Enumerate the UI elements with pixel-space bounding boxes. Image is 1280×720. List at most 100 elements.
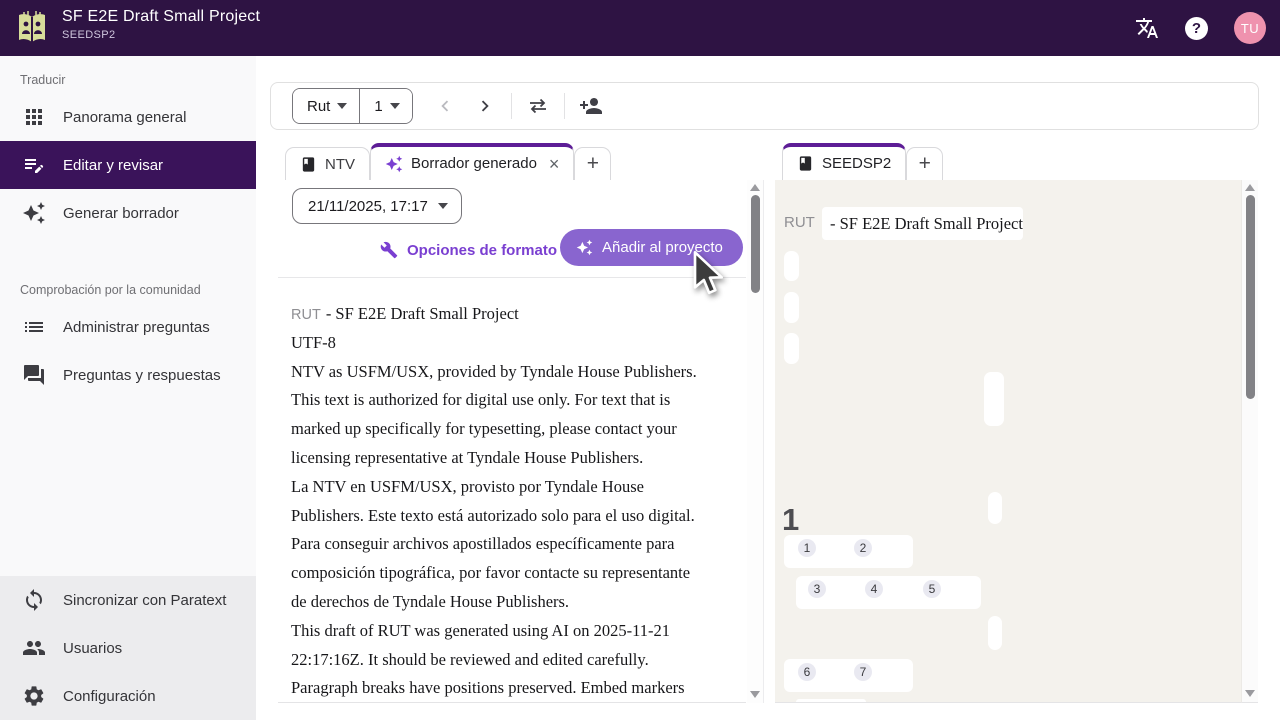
wrench-icon: [380, 241, 398, 259]
scroll-up-icon[interactable]: [1245, 184, 1255, 191]
translate-icon[interactable]: [1135, 16, 1159, 40]
divider: [278, 277, 746, 278]
swap-source-target-button[interactable]: [518, 86, 558, 126]
editor-line-text: - SF E2E Draft Small Project: [325, 304, 519, 323]
previous-chapter-button[interactable]: [425, 86, 465, 126]
scripture-forge-logo-icon: [19, 11, 45, 43]
plus-icon: +: [918, 152, 931, 175]
person-add-icon: [579, 98, 602, 114]
chapter-select-value: 1: [374, 97, 383, 115]
verse-number-badge: 3: [808, 580, 826, 598]
add-to-project-label: Añadir al proyecto: [602, 239, 723, 256]
editor-line: Para conseguir archivos apostillados esp…: [291, 534, 675, 554]
chapter-toolbar: Rut 1: [270, 82, 1259, 130]
editor-line: Paragraph breaks have positions preserve…: [291, 678, 685, 698]
sidebar-item-label: Usuarios: [63, 639, 123, 657]
editor-line: licensing representative at Tyndale Hous…: [291, 447, 644, 467]
verse-row[interactable]: 1 2: [784, 535, 913, 568]
sidebar-item-usuarios[interactable]: Usuarios: [0, 624, 256, 672]
sidebar-bottom-section: Sincronizar con Paratext Usuarios Config…: [0, 576, 256, 720]
add-tab-button[interactable]: +: [906, 147, 944, 180]
skeleton-block: [784, 292, 799, 323]
scroll-down-icon[interactable]: [1245, 690, 1255, 697]
sidebar-section-comprobacion: Comprobación por la comunidad: [20, 283, 201, 297]
tab-generated-draft[interactable]: Borrador generado ×: [370, 143, 575, 180]
sidebar-item-generar-borrador[interactable]: Generar borrador: [0, 189, 256, 237]
chapter-number: 1: [782, 502, 800, 537]
scrollbar-thumb[interactable]: [750, 195, 760, 293]
usfm-book-marker: RUT: [784, 214, 815, 231]
topbar: SF E2E Draft Small Project SEEDSP2 ? TU: [0, 0, 1280, 56]
left-pane-scrollbar[interactable]: [747, 180, 764, 703]
verse-number-badge: 6: [798, 663, 816, 681]
sidebar-item-label: Configuración: [63, 687, 156, 705]
book-icon: [799, 156, 812, 171]
format-options-button[interactable]: Opciones de formato: [380, 232, 557, 268]
chevron-down-icon: [437, 203, 448, 209]
sidebar-item-preguntas-y-respuestas[interactable]: Preguntas y respuestas: [0, 351, 256, 399]
share-button[interactable]: [571, 86, 611, 126]
skeleton-block: [984, 372, 1004, 426]
skeleton-block: [784, 333, 799, 364]
sidebar-item-administrar-preguntas[interactable]: Administrar preguntas: [0, 303, 256, 351]
scrollbar-thumb[interactable]: [1245, 195, 1255, 399]
avatar[interactable]: TU: [1234, 12, 1266, 44]
skeleton-block: [784, 251, 799, 281]
verse-number-badge: 2: [854, 539, 872, 557]
tab-source-ntv[interactable]: NTV: [285, 147, 370, 180]
right-pane-scrollbar[interactable]: [1241, 180, 1258, 703]
verse-row[interactable]: 6 7: [784, 659, 913, 692]
grid-icon: [26, 109, 42, 125]
sidebar-item-panorama-general[interactable]: Panorama general: [0, 93, 256, 141]
tab-label: Borrador generado: [411, 155, 537, 172]
scroll-down-icon[interactable]: [750, 691, 760, 698]
book-title-field[interactable]: - SF E2E Draft Small Project: [822, 207, 1023, 240]
sync-icon: [26, 589, 42, 611]
skeleton-block: [796, 699, 866, 702]
main-area: Rut 1 NTV Borrador generado × + 21/11/20…: [256, 56, 1280, 720]
book-select[interactable]: Rut: [293, 89, 360, 123]
draft-date-select[interactable]: 21/11/2025, 17:17: [292, 188, 462, 224]
book-chapter-selector: Rut 1: [292, 88, 413, 124]
sparkle-icon: [576, 239, 593, 256]
sidebar-item-sincronizar-paratext[interactable]: Sincronizar con Paratext: [0, 576, 256, 624]
app-root: SF E2E Draft Small Project SEEDSP2 ? TU …: [0, 0, 1280, 720]
chapter-select[interactable]: 1: [359, 89, 412, 123]
add-to-project-button[interactable]: Añadir al proyecto: [560, 229, 743, 266]
sidebar-item-label: Sincronizar con Paratext: [63, 591, 227, 609]
right-pane-tabstrip: SEEDSP2 +: [782, 143, 944, 180]
tab-project-seedsp2[interactable]: SEEDSP2: [782, 143, 907, 180]
verse-number-badge: 1: [798, 539, 816, 557]
sidebar-item-label: Administrar preguntas: [63, 318, 210, 336]
editor-line: 22:17:16Z. It should be reviewed and edi…: [291, 649, 649, 669]
help-icon[interactable]: ?: [1185, 16, 1208, 40]
verse-row[interactable]: 3 4 5: [796, 576, 981, 609]
project-shortname: SEEDSP2: [62, 29, 116, 41]
sidebar-item-label: Panorama general: [63, 108, 187, 126]
forum-icon: [24, 365, 44, 385]
editor-line: UTF-8: [291, 332, 336, 352]
plus-icon: +: [586, 152, 600, 175]
toolbar-divider: [563, 93, 565, 119]
next-chapter-button[interactable]: [465, 86, 505, 126]
chevron-down-icon: [389, 103, 400, 109]
close-icon[interactable]: ×: [549, 155, 560, 173]
draft-editor-text[interactable]: RUT - SF E2E Draft Small Project UTF-8 NT…: [291, 300, 743, 702]
project-editor-pane[interactable]: RUT - SF E2E Draft Small Project 1 1 2 3…: [775, 180, 1241, 703]
page-title: SF E2E Draft Small Project: [62, 8, 261, 25]
toolbar-divider: [510, 93, 512, 119]
editor-line: La NTV en USFM/USX, provisto por Tyndale…: [291, 476, 644, 496]
add-tab-button[interactable]: +: [574, 147, 612, 180]
tab-label: NTV: [325, 155, 355, 173]
verse-number-badge: 5: [923, 580, 941, 598]
sidebar-item-configuracion[interactable]: Configuración: [0, 672, 256, 720]
scroll-up-icon[interactable]: [750, 184, 760, 191]
verse-number-badge: 7: [854, 663, 872, 681]
sidebar-item-label: Generar borrador: [63, 204, 179, 222]
sidebar-item-editar-y-revisar[interactable]: Editar y revisar: [0, 141, 256, 189]
draft-date-value: 21/11/2025, 17:17: [308, 197, 428, 215]
skeleton-block: [988, 492, 1002, 524]
chevron-right-icon: [481, 100, 489, 112]
chevron-down-icon: [337, 103, 348, 109]
sparkle-icon: [385, 155, 403, 172]
